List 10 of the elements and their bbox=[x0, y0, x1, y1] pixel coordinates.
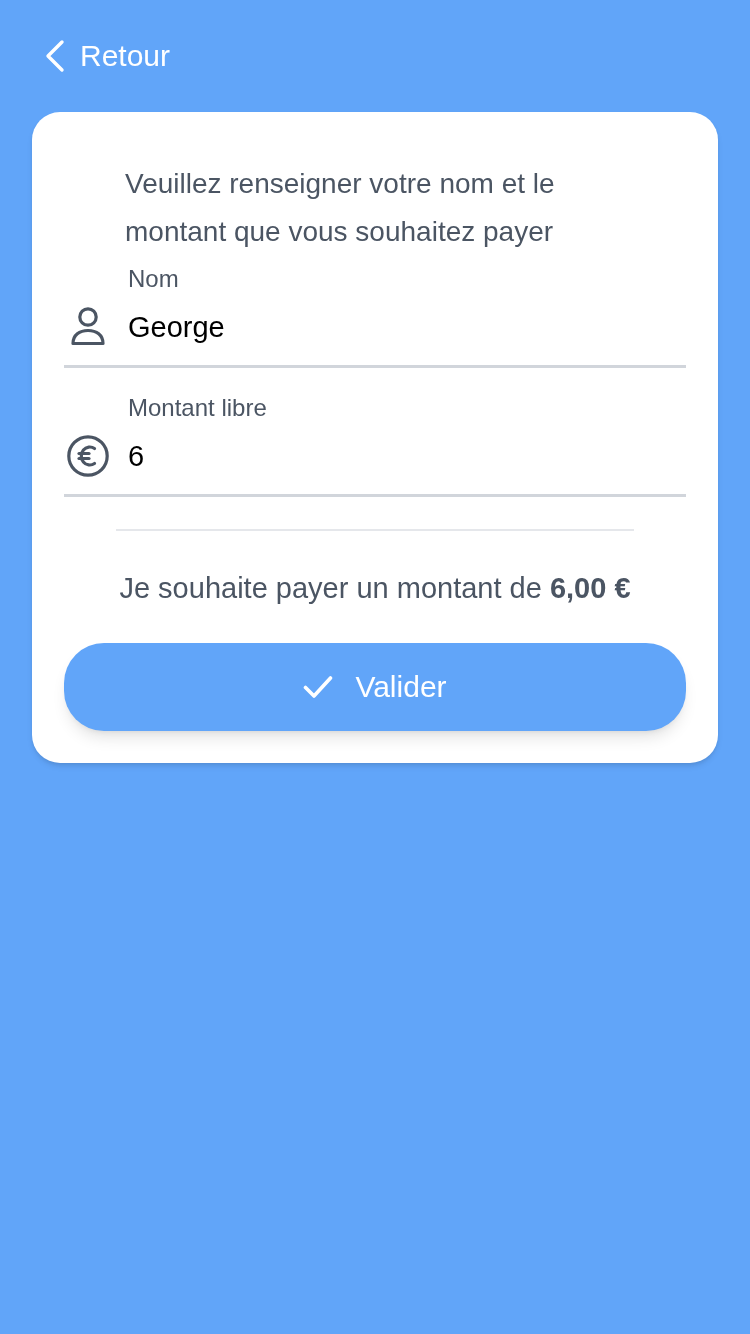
euro-coin-icon bbox=[67, 435, 109, 477]
field-label: Nom bbox=[127, 264, 180, 294]
checkmark-icon bbox=[303, 675, 334, 699]
amount-input[interactable]: 6 bbox=[128, 436, 686, 476]
person-icon bbox=[70, 307, 106, 347]
instruction-text: Veuillez renseigner votre nom et le montant que vous souhaitez payer bbox=[125, 167, 556, 249]
chevron-left-icon bbox=[44, 39, 66, 73]
amount-summary-text: Je souhaite payer un montant de 6,00 € bbox=[118, 571, 632, 606]
name-input[interactable]: George bbox=[128, 307, 686, 347]
field-label: Montant libre bbox=[127, 393, 268, 423]
